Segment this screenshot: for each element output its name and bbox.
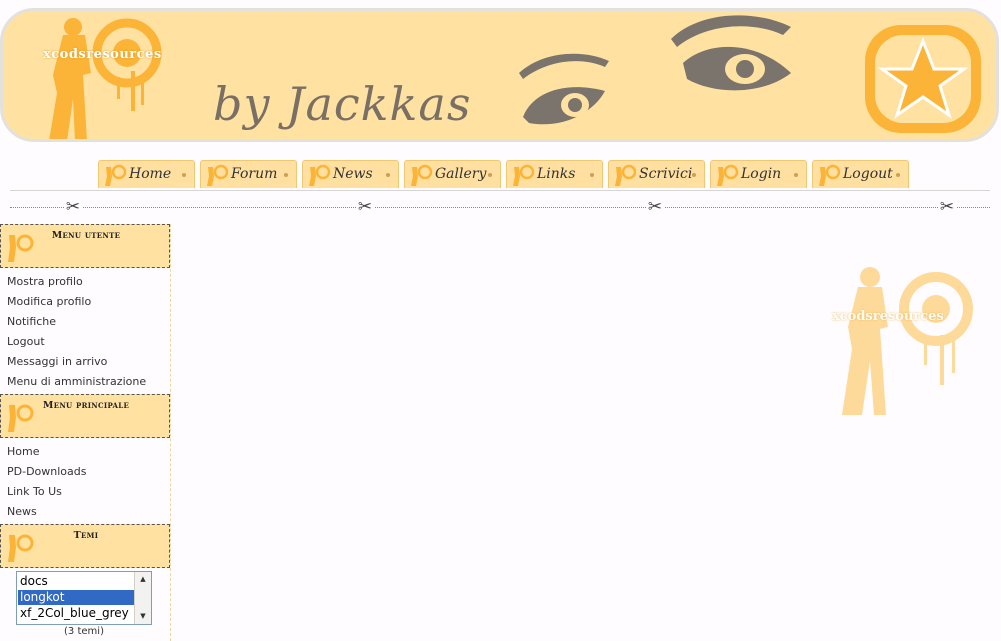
eye-graphic-right: [671, 15, 791, 91]
nav-divider: [10, 190, 990, 191]
dot-icon: [692, 173, 696, 177]
xcods-watermark-figure: [842, 267, 973, 415]
menu-item-notifiche[interactable]: Notifiche: [7, 315, 56, 328]
theme-list-scrollbar[interactable]: ▲ ▼: [134, 572, 151, 624]
nav-tab-links[interactable]: Links: [506, 160, 603, 188]
nav-tab-label: Login: [741, 166, 782, 182]
main-menu-title: Menu principale: [42, 400, 130, 411]
xcods-figure-icon: [207, 164, 229, 186]
eye-graphic-left: [519, 53, 609, 125]
header-banner: xcodsresources by Jackkas: [0, 8, 999, 142]
theme-count: (3 temi): [64, 626, 104, 637]
dot-icon: [284, 173, 288, 177]
xcods-figure-icon: [615, 164, 637, 186]
nav-tab-home[interactable]: Home: [98, 160, 195, 188]
xcods-figure-icon: [309, 164, 331, 186]
scissors-icon: ✂: [938, 197, 956, 217]
menu-item-modifica-profilo[interactable]: Modifica profilo: [7, 295, 91, 308]
site-title: by Jackkas: [213, 77, 472, 131]
scroll-down-arrow-icon[interactable]: ▼: [135, 609, 151, 624]
nav-tab-label: Forum: [231, 166, 278, 182]
menu-item-link-to-us[interactable]: Link To Us: [7, 485, 62, 498]
scissors-icon: ✂: [356, 197, 374, 217]
nav-tab-news[interactable]: News: [302, 160, 399, 188]
nav-tab-label: News: [333, 166, 373, 182]
dot-icon: [896, 173, 900, 177]
nav-tab-label: Scrivici: [639, 166, 693, 182]
nav-tab-logout[interactable]: Logout: [812, 160, 909, 188]
user-menu-title: Menu utente: [51, 230, 121, 241]
main-menu-header: Menu principale: [0, 394, 170, 438]
dot-icon: [182, 173, 186, 177]
theme-option-longkot[interactable]: longkot: [18, 590, 135, 605]
menu-item-news[interactable]: News: [7, 505, 37, 518]
xcods-logo-figure: [49, 18, 162, 139]
nav-tab-gallery[interactable]: Gallery: [404, 160, 501, 188]
theme-select-list[interactable]: docs longkot xf_2Col_blue_grey ▲ ▼: [16, 571, 152, 625]
xcods-figure-icon: [105, 164, 127, 186]
dot-icon: [386, 173, 390, 177]
scissors-icon: ✂: [64, 197, 82, 217]
nav-tab-label: Home: [129, 166, 172, 182]
xcods-figure-icon: [819, 164, 841, 186]
dot-icon: [488, 173, 492, 177]
nav-tab-label: Links: [537, 166, 576, 182]
star-icon: [865, 25, 981, 133]
xcods-figure-icon: [717, 164, 739, 186]
user-menu-header: Menu utente: [0, 224, 170, 268]
menu-item-home[interactable]: Home: [7, 445, 39, 458]
xcods-figure-icon: [411, 164, 433, 186]
menu-item-amministrazione[interactable]: Menu di amministrazione: [7, 375, 146, 388]
nav-tab-login[interactable]: Login: [710, 160, 807, 188]
logo-text: xcodsresources: [43, 47, 162, 62]
menu-item-logout[interactable]: Logout: [7, 335, 45, 348]
theme-option-xf-2col-blue-grey[interactable]: xf_2Col_blue_grey: [18, 606, 135, 621]
themes-header: Temi: [0, 524, 170, 568]
nav-tab-scrivici[interactable]: Scrivici: [608, 160, 705, 188]
nav-tab-forum[interactable]: Forum: [200, 160, 297, 188]
dotted-cut-line: [10, 207, 990, 208]
watermark-text: xcodsresources: [832, 309, 944, 324]
menu-item-messaggi[interactable]: Messaggi in arrivo: [7, 355, 107, 368]
theme-option-docs[interactable]: docs: [18, 574, 135, 589]
menu-item-pd-downloads[interactable]: PD-Downloads: [7, 465, 86, 478]
menu-item-mostra-profilo[interactable]: Mostra profilo: [7, 275, 83, 288]
nav-tab-label: Gallery: [435, 166, 487, 182]
dot-icon: [590, 173, 594, 177]
scissors-icon: ✂: [646, 197, 664, 217]
dot-icon: [794, 173, 798, 177]
scroll-up-arrow-icon[interactable]: ▲: [135, 572, 151, 587]
themes-title: Temi: [73, 530, 99, 541]
nav-tab-label: Logout: [843, 166, 893, 182]
xcods-figure-icon: [513, 164, 535, 186]
